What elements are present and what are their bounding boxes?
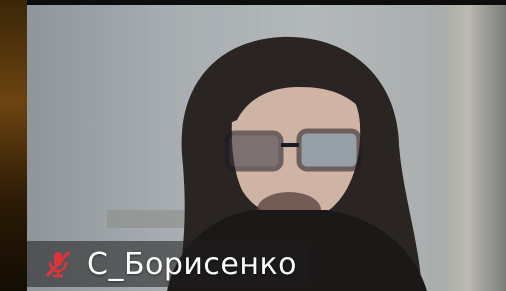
video-tile[interactable]: С_Борисенко	[27, 5, 506, 291]
participant-name-bar: С_Борисенко	[27, 241, 309, 287]
mic-muted-icon[interactable]	[43, 249, 73, 279]
adjacent-tile-edge	[0, 0, 27, 291]
participant-name: С_Борисенко	[87, 246, 297, 282]
